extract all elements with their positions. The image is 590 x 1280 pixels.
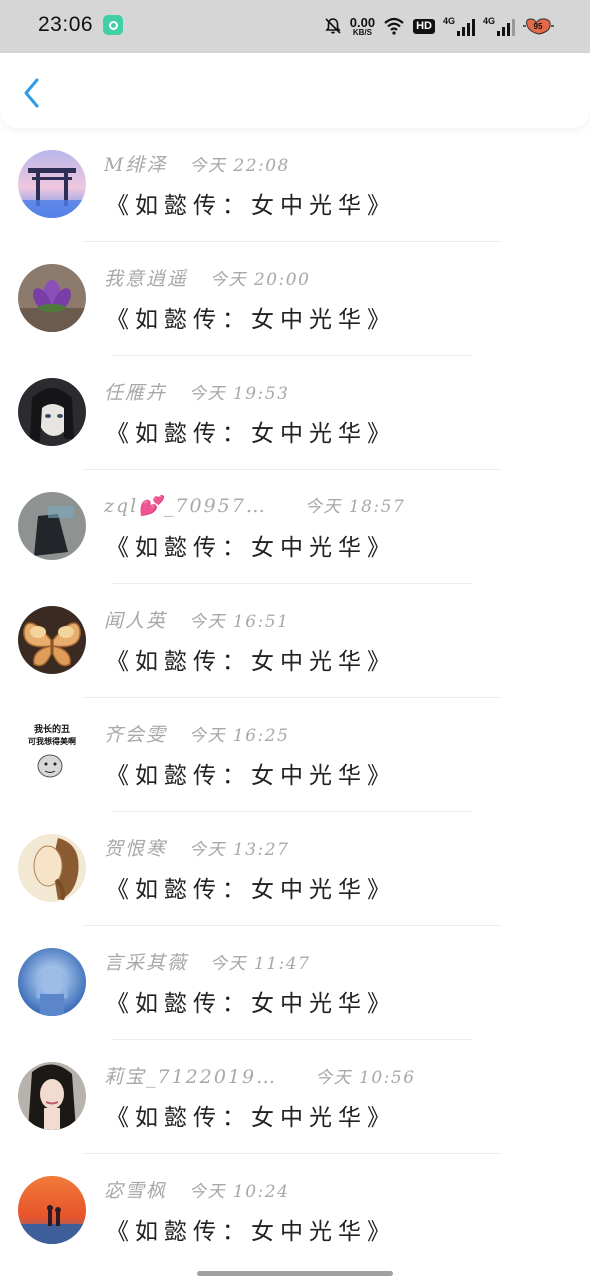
avatar bbox=[18, 834, 86, 902]
message-meta: 莉宝_7122019… 今天 10:56 bbox=[104, 1062, 416, 1089]
mute-bell-icon bbox=[325, 18, 341, 34]
message-title: 《如懿传：女中光华》 bbox=[106, 421, 396, 447]
battery-icon: 95 bbox=[523, 18, 554, 35]
message-time: 今天 22:08 bbox=[189, 156, 290, 176]
message-title: 《如懿传：女中光华》 bbox=[106, 1219, 396, 1245]
message-title: 《如懿传：女中光华》 bbox=[106, 193, 396, 219]
message-meta: zql💕_70957… 今天 18:57 bbox=[104, 492, 405, 517]
list-item[interactable]: 贺恨寒 今天 13:27 《如懿传：女中光华》 bbox=[0, 812, 590, 926]
sender-name[interactable]: 莉宝_7122019… bbox=[104, 1062, 277, 1089]
message-meta: 宓雪枫 今天 10:24 bbox=[104, 1176, 289, 1203]
message-meta: 言采其薇 今天 11:47 bbox=[104, 948, 310, 975]
network-speed-value: 0.00 bbox=[349, 14, 376, 30]
list-item[interactable]: 任雁卉 今天 19:53 《如懿传：女中光华》 bbox=[0, 356, 590, 470]
list-item[interactable]: 莉宝_7122019… 今天 10:56 《如懿传：女中光华》 bbox=[0, 1040, 590, 1154]
avatar bbox=[18, 948, 86, 1016]
sender-name[interactable]: 贺恨寒 bbox=[104, 834, 167, 861]
app-notification-icon bbox=[103, 15, 123, 35]
avatar bbox=[18, 606, 86, 674]
avatar bbox=[18, 492, 86, 560]
avatar-caption-1: 我长的丑 bbox=[34, 723, 70, 735]
message-meta: 贺恨寒 今天 13:27 bbox=[104, 834, 289, 861]
sender-name[interactable]: 我意逍遥 bbox=[104, 264, 188, 291]
message-time: 今天 13:27 bbox=[189, 840, 290, 860]
sender-name[interactable]: 闻人英 bbox=[104, 606, 167, 633]
message-meta: M绯泽 今天 22:08 bbox=[104, 150, 290, 177]
message-title: 《如懿传：女中光华》 bbox=[106, 535, 396, 561]
sender-name[interactable]: 宓雪枫 bbox=[104, 1176, 167, 1203]
list-item[interactable]: 言采其薇 今天 11:47 《如懿传：女中光华》 bbox=[0, 926, 590, 1040]
avatar: 我长的丑 可我想得美啊 bbox=[18, 720, 86, 788]
list-item[interactable]: M绯泽 今天 22:08 《如懿传：女中光华》 bbox=[0, 128, 590, 242]
message-meta: 任雁卉 今天 19:53 bbox=[104, 378, 289, 405]
message-time: 今天 19:53 bbox=[189, 384, 290, 404]
message-meta: 齐会雯 今天 16:25 bbox=[104, 720, 289, 747]
list-item[interactable]: 我长的丑 可我想得美啊 齐会雯 今天 16:25 《如懿传：女中光华》 bbox=[0, 698, 590, 812]
network-speed-unit: KB/S bbox=[352, 27, 372, 37]
wifi-icon bbox=[384, 17, 404, 35]
message-title: 《如懿传：女中光华》 bbox=[106, 877, 396, 903]
avatar bbox=[18, 264, 86, 332]
network-speed: 0.00 KB/S bbox=[350, 16, 375, 37]
message-time: 今天 10:56 bbox=[315, 1068, 416, 1088]
avatar bbox=[18, 150, 86, 218]
battery-level: 95 bbox=[534, 22, 543, 31]
message-title: 《如懿传：女中光华》 bbox=[106, 649, 396, 675]
message-time: 今天 16:25 bbox=[189, 726, 290, 746]
home-indicator[interactable] bbox=[197, 1271, 393, 1276]
list-item[interactable]: zql💕_70957… 今天 18:57 《如懿传：女中光华》 bbox=[0, 470, 590, 584]
message-list: M绯泽 今天 22:08 《如懿传：女中光华》 我意逍遥 今天 20:00 《如… bbox=[0, 128, 590, 1268]
signal-sim2-icon: 4G bbox=[483, 16, 515, 36]
message-title: 《如懿传：女中光华》 bbox=[106, 991, 396, 1017]
message-meta: 闻人英 今天 16:51 bbox=[104, 606, 289, 633]
message-time: 今天 10:24 bbox=[189, 1182, 290, 1202]
message-title: 《如懿传：女中光华》 bbox=[106, 763, 396, 789]
message-meta: 我意逍遥 今天 20:00 bbox=[104, 264, 310, 291]
sender-name[interactable]: 任雁卉 bbox=[104, 378, 167, 405]
status-time: 23:06 bbox=[38, 13, 94, 36]
sender-name[interactable]: M绯泽 bbox=[104, 150, 167, 177]
sender-name[interactable]: 言采其薇 bbox=[104, 948, 188, 975]
message-time: 今天 11:47 bbox=[210, 954, 311, 974]
list-item[interactable]: 我意逍遥 今天 20:00 《如懿传：女中光华》 bbox=[0, 242, 590, 356]
avatar bbox=[18, 1062, 86, 1130]
sim1-label: 4G bbox=[442, 16, 455, 26]
sender-name[interactable]: zql💕_70957… bbox=[104, 494, 267, 517]
status-bar: 23:06 0.00 KB/S HD 4G 4G 95 bbox=[0, 0, 590, 53]
sender-name[interactable]: 齐会雯 bbox=[104, 720, 167, 747]
message-title: 《如懿传：女中光华》 bbox=[106, 1105, 396, 1131]
chevron-left-icon bbox=[24, 78, 39, 108]
signal-sim1-icon: 4G bbox=[443, 16, 475, 36]
avatar-caption-2: 可我想得美啊 bbox=[28, 736, 76, 746]
avatar bbox=[18, 1176, 86, 1244]
message-title: 《如懿传：女中光华》 bbox=[106, 307, 396, 333]
hd-voice-badge: HD bbox=[413, 18, 435, 34]
message-time: 今天 16:51 bbox=[189, 612, 290, 632]
avatar bbox=[18, 378, 86, 446]
top-nav-bar bbox=[0, 53, 590, 128]
message-time: 今天 20:00 bbox=[210, 270, 311, 290]
message-time: 今天 18:57 bbox=[304, 497, 406, 517]
back-button[interactable] bbox=[14, 73, 50, 113]
list-item[interactable]: 宓雪枫 今天 10:24 《如懿传：女中光华》 bbox=[0, 1154, 590, 1268]
status-icons: 0.00 KB/S HD 4G 4G 95 bbox=[324, 12, 555, 40]
list-item[interactable]: 闻人英 今天 16:51 《如懿传：女中光华》 bbox=[0, 584, 590, 698]
sim2-label: 4G bbox=[482, 16, 495, 26]
